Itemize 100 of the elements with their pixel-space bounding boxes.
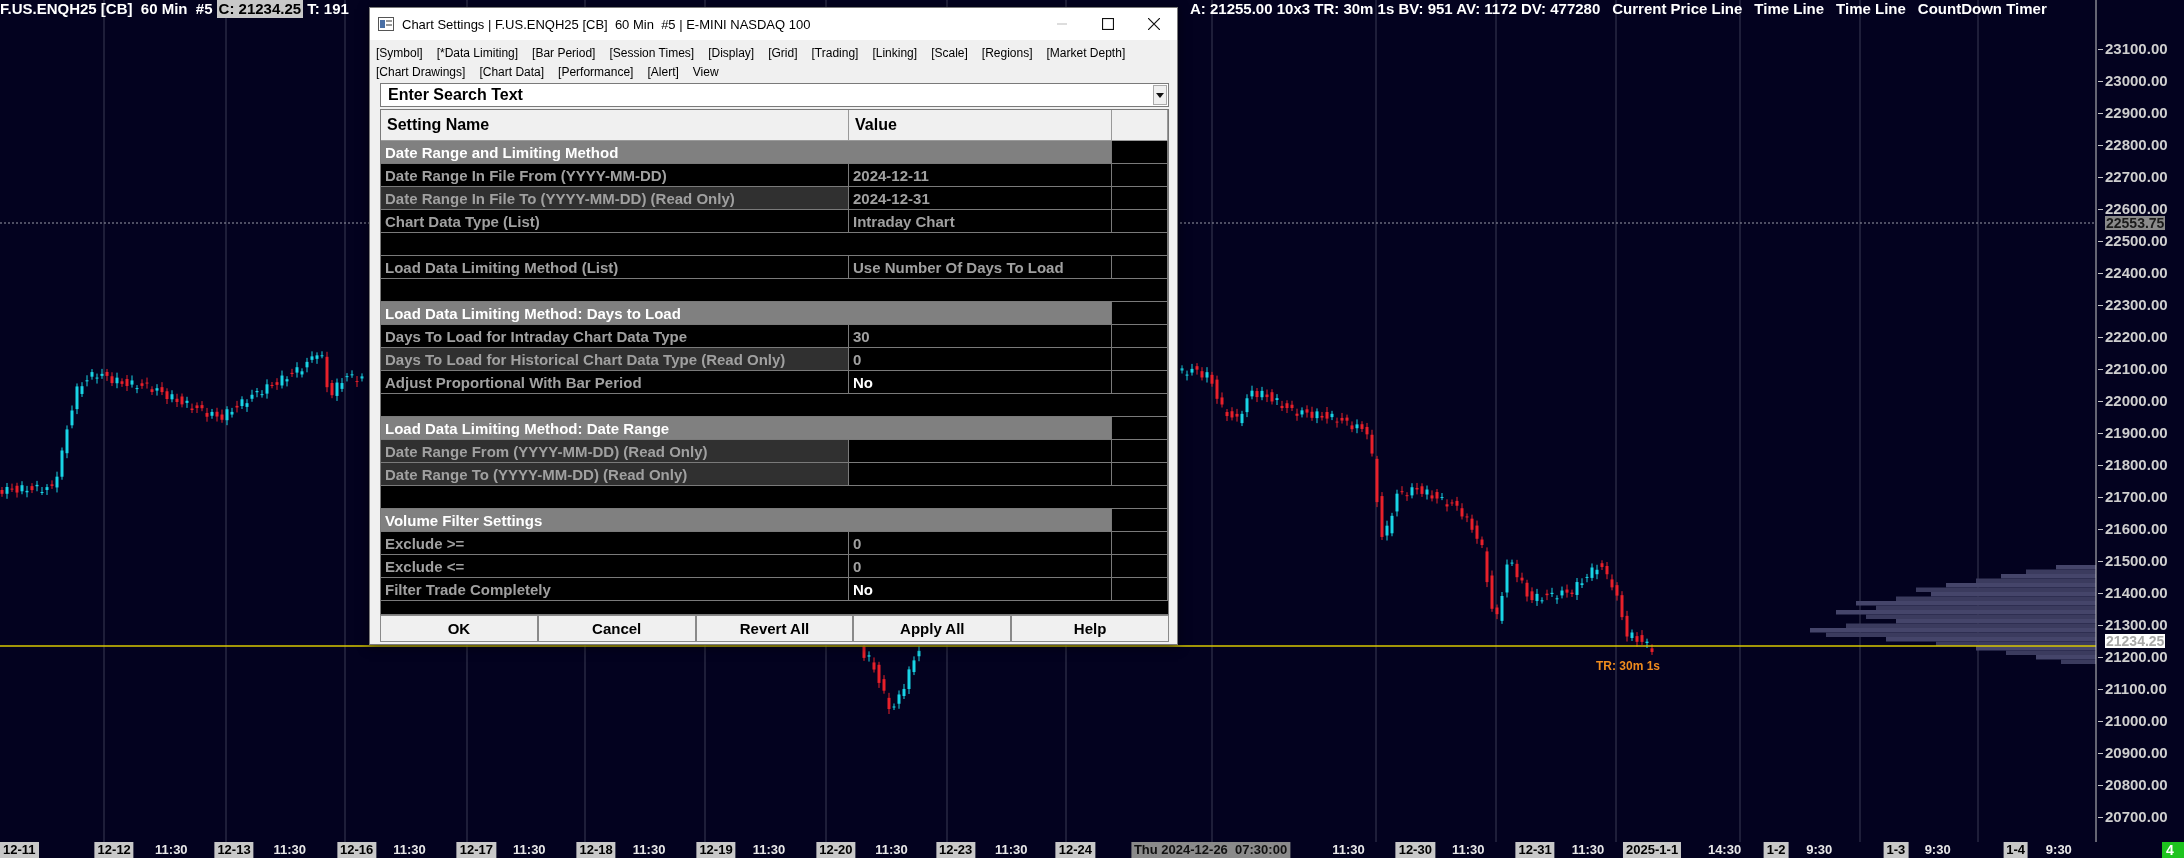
time-label: Thu 2024-12-26 07:30:00 bbox=[1130, 842, 1291, 858]
setting-value[interactable]: 2024-12-31 bbox=[849, 187, 1112, 210]
setting-name: Date Range In File To (YYYY-MM-DD) (Read Only) bbox=[381, 187, 849, 210]
time-label: 12-20 bbox=[816, 842, 856, 858]
menu-tab[interactable]: [Alert] bbox=[647, 64, 679, 79]
search-field[interactable]: Enter Search Text bbox=[380, 83, 1169, 107]
setting-name: Chart Data Type (List) bbox=[381, 210, 849, 233]
setting-value[interactable]: 0 bbox=[849, 555, 1112, 578]
section-header: Date Range and Limiting Method bbox=[381, 141, 1112, 164]
price-label: 23000.00 bbox=[2105, 73, 2168, 89]
study-label: Time Line bbox=[1836, 0, 1906, 18]
chart-symbol: F.US.ENQH25 [CB] 60 Min #5 bbox=[0, 0, 213, 18]
time-label: 12-17 bbox=[456, 842, 496, 858]
setting-value[interactable]: No bbox=[849, 371, 1112, 394]
price-label: 22400.00 bbox=[2105, 265, 2168, 281]
time-label: 12-23 bbox=[935, 842, 976, 858]
time-label: 12-24 bbox=[1055, 842, 1095, 858]
menu-tab[interactable]: [Trading] bbox=[811, 45, 859, 60]
time-label: 12-19 bbox=[696, 842, 736, 858]
time-label: 12-12 bbox=[94, 842, 134, 858]
time-label: 12-11 bbox=[0, 842, 39, 858]
time-label: 9:30 bbox=[1805, 842, 1834, 858]
dialog-button[interactable]: Help bbox=[1011, 615, 1169, 642]
price-label: 22600.00 bbox=[2105, 201, 2168, 217]
cursor-price-label: 22553.75 bbox=[2105, 216, 2166, 230]
setting-name: Date Range From (YYYY-MM-DD) (Read Only) bbox=[381, 440, 849, 463]
time-label: 11:30 bbox=[751, 842, 787, 858]
price-label: 22000.00 bbox=[2105, 393, 2168, 409]
time-label: 11:30 bbox=[1570, 842, 1606, 858]
column-header: Setting Name bbox=[381, 110, 849, 141]
section-header: Load Data Limiting Method: Days to Load bbox=[381, 302, 1112, 325]
price-label: 21200.00 bbox=[2105, 649, 2168, 665]
time-label: 11:30 bbox=[1450, 842, 1486, 858]
price-label: 20800.00 bbox=[2105, 777, 2168, 793]
price-label: 21400.00 bbox=[2105, 585, 2168, 601]
study-label: Time Line bbox=[1754, 0, 1825, 18]
trade-info: T: 191 bbox=[307, 0, 349, 18]
time-label: 9:30 bbox=[1923, 842, 1952, 858]
price-label: 22500.00 bbox=[2105, 233, 2168, 249]
time-label: 11:30 bbox=[631, 842, 667, 858]
price-label: 22300.00 bbox=[2105, 297, 2168, 313]
setting-value[interactable]: 30 bbox=[849, 325, 1112, 348]
setting-value[interactable]: 2024-12-11 bbox=[849, 164, 1112, 187]
status-badge: 4 bbox=[2162, 842, 2184, 858]
window-title: Chart Settings | F.US.ENQH25 [CB] 60 Min #5 | E-MINI NASDAQ 100 bbox=[402, 16, 812, 32]
price-label: 20900.00 bbox=[2105, 745, 2168, 761]
time-label: 11:30 bbox=[392, 842, 427, 858]
setting-value[interactable]: Intraday Chart bbox=[849, 210, 1112, 233]
menu-tab[interactable]: [Market Depth] bbox=[1046, 45, 1126, 60]
time-label: 11:30 bbox=[994, 842, 1029, 858]
section-header: Volume Filter Settings bbox=[381, 509, 1112, 532]
menu-tab[interactable]: View bbox=[692, 64, 719, 79]
price-label: 21800.00 bbox=[2105, 457, 2168, 473]
price-label: 20700.00 bbox=[2105, 809, 2168, 825]
price-label: 22900.00 bbox=[2105, 105, 2168, 121]
price-label: 21300.00 bbox=[2105, 617, 2168, 633]
menu-tab[interactable]: [Performance] bbox=[558, 64, 634, 79]
menu-tab[interactable]: [Linking] bbox=[872, 45, 918, 60]
menu-tab[interactable]: [Chart Drawings] bbox=[376, 64, 466, 79]
time-label: 1-2 bbox=[1763, 842, 1789, 858]
dialog-button[interactable]: Cancel bbox=[537, 615, 696, 642]
menu-tab[interactable]: [Grid] bbox=[768, 45, 798, 60]
menu-tab[interactable]: [*Data Limiting] bbox=[436, 45, 519, 60]
setting-name: Days To Load for Historical Chart Data Type (Read Only) bbox=[381, 348, 849, 371]
price-label: 21600.00 bbox=[2105, 521, 2168, 537]
price-label: 21500.00 bbox=[2105, 553, 2168, 569]
setting-name: Exclude >= bbox=[381, 532, 849, 555]
menu-tab[interactable]: [Display] bbox=[708, 45, 755, 60]
setting-value[interactable]: 0 bbox=[849, 532, 1112, 555]
time-label: 12-31 bbox=[1515, 842, 1555, 858]
setting-value[interactable]: No bbox=[849, 578, 1112, 601]
setting-name: Adjust Proportional With Bar Period bbox=[381, 371, 849, 394]
bar-stats: A: 21255.00 10x3 TR: 30m 1s BV: 951 AV: 1172 DV: 477280 bbox=[1190, 0, 1601, 18]
time-label: 2025-1-1 bbox=[1623, 842, 1682, 858]
menu-tab[interactable]: [Symbol] bbox=[376, 45, 423, 60]
time-label: 11:30 bbox=[272, 842, 307, 858]
menu-tab[interactable]: [Session Times] bbox=[609, 45, 695, 60]
setting-name: Filter Trade Completely bbox=[381, 578, 849, 601]
close-price: C: 21234.25 bbox=[216, 0, 304, 18]
price-label: 22100.00 bbox=[2105, 361, 2168, 377]
setting-name: Date Range In File From (YYYY-MM-DD) bbox=[381, 164, 849, 187]
dialog-button[interactable]: Revert All bbox=[695, 615, 854, 642]
menu-tab[interactable]: [Scale] bbox=[931, 45, 968, 60]
current-price-label: 21234.25 bbox=[2105, 634, 2166, 648]
time-label: 9:30 bbox=[2044, 842, 2073, 858]
time-label: 14:30 bbox=[1706, 842, 1743, 858]
dialog-button[interactable]: Apply All bbox=[853, 615, 1012, 642]
menu-tab[interactable]: [Bar Period] bbox=[532, 45, 596, 60]
price-label: 22700.00 bbox=[2105, 169, 2168, 185]
menu-tab[interactable]: [Chart Data] bbox=[479, 64, 545, 79]
study-label: Current Price Line bbox=[1612, 0, 1743, 18]
time-label: 1-3 bbox=[1883, 842, 1909, 858]
dialog-button[interactable]: OK bbox=[380, 615, 538, 642]
price-label: 21000.00 bbox=[2105, 713, 2168, 729]
menu-tab[interactable]: [Regions] bbox=[981, 45, 1033, 60]
setting-name: Date Range To (YYYY-MM-DD) (Read Only) bbox=[381, 463, 849, 486]
time-label: 11:30 bbox=[874, 842, 909, 858]
setting-value[interactable]: Use Number Of Days To Load bbox=[849, 256, 1112, 279]
setting-value[interactable]: 0 bbox=[849, 348, 1112, 371]
setting-name: Days To Load for Intraday Chart Data Type bbox=[381, 325, 849, 348]
